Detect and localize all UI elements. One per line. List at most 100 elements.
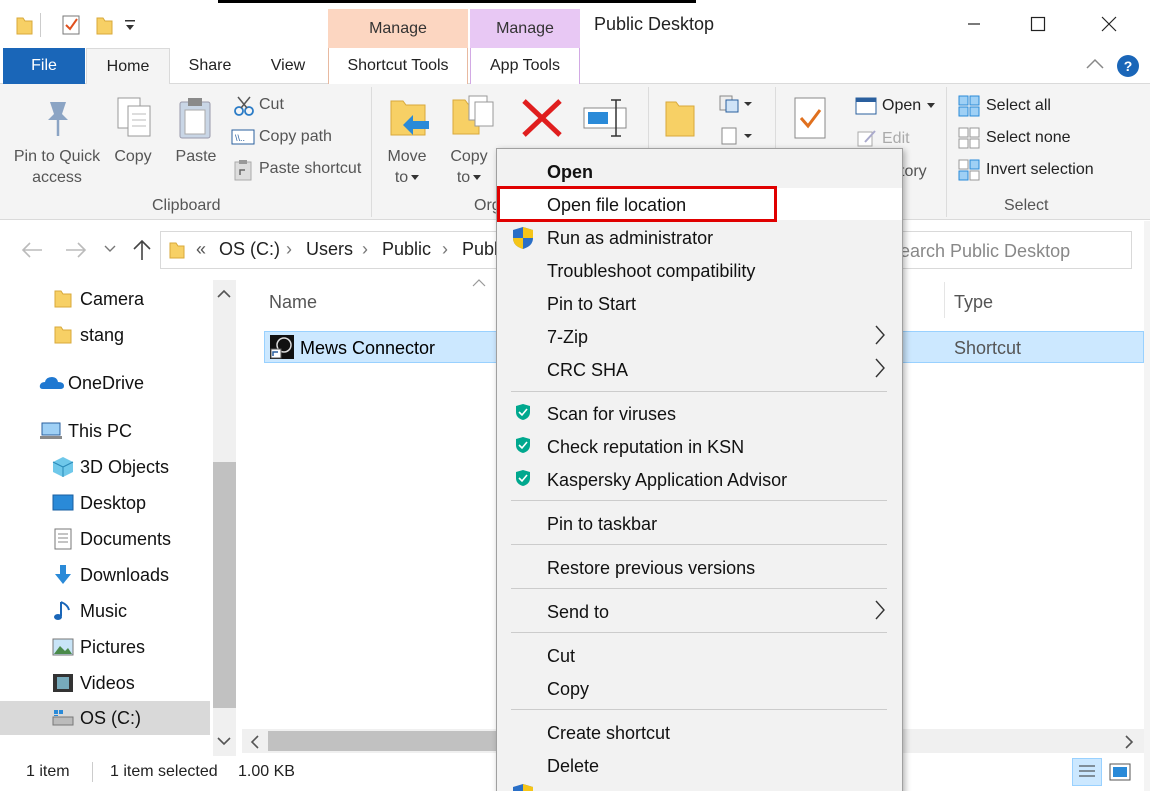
- forward-arrow-icon[interactable]: [64, 240, 88, 260]
- cut-button[interactable]: Cut: [259, 96, 284, 114]
- history-button[interactable]: tory: [900, 163, 927, 181]
- breadcrumb-users[interactable]: Users: [306, 239, 353, 260]
- tab-share[interactable]: Share: [180, 48, 240, 84]
- new-folder-icon[interactable]: [94, 14, 114, 36]
- pin-to-quick-access-button[interactable]: Pin to Quick access: [12, 146, 102, 188]
- annotation-highlight-box: [497, 186, 777, 222]
- select-none-button[interactable]: Select none: [986, 129, 1071, 147]
- menu-item-copy[interactable]: Copy: [547, 679, 589, 700]
- menu-item-crc-sha[interactable]: CRC SHA: [547, 360, 628, 381]
- recent-locations-chevron-icon[interactable]: [104, 244, 116, 254]
- scroll-right-icon[interactable]: [1124, 735, 1134, 749]
- scroll-down-icon[interactable]: [217, 736, 231, 746]
- edit-button[interactable]: Edit: [882, 130, 910, 148]
- menu-item-scan-for-viruses[interactable]: Scan for viruses: [547, 404, 676, 425]
- nav-item-label: Documents: [80, 529, 172, 549]
- open-dropdown-button[interactable]: Open: [882, 97, 936, 115]
- breadcrumb-public-desktop[interactable]: Publ: [462, 239, 498, 260]
- customize-toolbar-dropdown-icon[interactable]: [124, 18, 136, 32]
- pictures-icon: [52, 638, 74, 656]
- help-icon[interactable]: ?: [1116, 54, 1140, 78]
- menu-item-pin-to-start[interactable]: Pin to Start: [547, 294, 636, 315]
- menu-item-pin-to-taskbar[interactable]: Pin to taskbar: [547, 514, 657, 535]
- breadcrumb-separator-icon[interactable]: ›: [362, 239, 368, 260]
- folder-icon[interactable]: [14, 14, 34, 36]
- horizontal-scroll-thumb[interactable]: [268, 731, 504, 751]
- rename-icon[interactable]: [582, 98, 628, 138]
- nav-item-camera[interactable]: Camera: [0, 282, 212, 316]
- scroll-up-icon[interactable]: [217, 289, 231, 299]
- large-icons-view-icon[interactable]: [1108, 760, 1132, 784]
- tab-shortcut-tools[interactable]: Shortcut Tools: [328, 48, 468, 84]
- menu-item-check-reputation[interactable]: Check reputation in KSN: [547, 437, 744, 458]
- nav-item-label: Camera: [80, 289, 145, 309]
- close-icon: [1101, 16, 1117, 32]
- menu-item-7-zip[interactable]: 7-Zip: [547, 327, 588, 348]
- properties-icon[interactable]: [792, 96, 830, 142]
- breadcrumb-separator-icon[interactable]: ›: [286, 239, 292, 260]
- breadcrumb-separator-icon[interactable]: ›: [442, 239, 448, 260]
- maximize-button[interactable]: [1006, 0, 1070, 48]
- scroll-left-icon[interactable]: [250, 735, 260, 749]
- back-arrow-icon[interactable]: [20, 240, 44, 260]
- collapse-ribbon-icon[interactable]: [1085, 56, 1105, 72]
- menu-separator: [511, 544, 887, 545]
- menu-item-troubleshoot-compatibility[interactable]: Troubleshoot compatibility: [547, 261, 755, 282]
- nav-item-desktop[interactable]: Desktop: [0, 486, 212, 520]
- menu-item-open[interactable]: Open: [547, 162, 593, 183]
- menu-item-run-as-administrator[interactable]: Run as administrator: [547, 228, 713, 249]
- menu-item-restore-previous-versions[interactable]: Restore previous versions: [547, 558, 755, 579]
- breadcrumb-public[interactable]: Public: [382, 239, 431, 260]
- nav-item-3d-objects[interactable]: 3D Objects: [0, 450, 212, 484]
- properties-check-icon[interactable]: [61, 14, 81, 36]
- menu-item-delete[interactable]: Delete: [547, 756, 599, 777]
- menu-item-kaspersky-application-advisor[interactable]: Kaspersky Application Advisor: [547, 470, 787, 491]
- computer-icon: [40, 422, 62, 439]
- details-view-button[interactable]: [1072, 758, 1102, 786]
- nav-item-videos[interactable]: Videos: [0, 666, 212, 700]
- nav-item-this-pc[interactable]: This PC: [0, 414, 212, 448]
- copy-to-label-line2: to: [456, 169, 471, 186]
- nav-pane-scroll-thumb[interactable]: [213, 462, 236, 708]
- nav-item-pictures[interactable]: Pictures: [0, 630, 212, 664]
- column-header-name[interactable]: Name: [269, 292, 317, 313]
- nav-item-os-c[interactable]: OS (C:): [0, 701, 210, 735]
- menu-item-cut[interactable]: Cut: [547, 646, 575, 667]
- nav-item-stang[interactable]: stang: [0, 318, 212, 352]
- breadcrumb-os-c[interactable]: OS (C:): [219, 239, 280, 260]
- menu-item-send-to[interactable]: Send to: [547, 602, 609, 623]
- nav-item-documents[interactable]: Documents: [0, 522, 212, 556]
- invert-selection-button[interactable]: Invert selection: [986, 161, 1094, 179]
- nav-item-music[interactable]: Music: [0, 594, 212, 628]
- copy-to-button[interactable]: Copy to: [442, 146, 496, 188]
- paste-button[interactable]: Paste: [170, 146, 222, 167]
- copy-button[interactable]: Copy: [106, 146, 160, 167]
- tab-view[interactable]: View: [258, 48, 318, 84]
- nav-item-onedrive[interactable]: OneDrive: [0, 366, 212, 400]
- nav-item-label: stang: [80, 325, 125, 345]
- move-to-button[interactable]: Move to: [380, 146, 434, 188]
- minimize-button[interactable]: [942, 0, 1006, 48]
- column-divider[interactable]: [944, 282, 945, 318]
- paste-shortcut-button[interactable]: Paste shortcut: [259, 160, 361, 178]
- file-name[interactable]: Mews Connector: [300, 338, 435, 359]
- close-button[interactable]: [1077, 0, 1141, 48]
- menu-item-create-shortcut[interactable]: Create shortcut: [547, 723, 670, 744]
- new-item-icon[interactable]: [718, 94, 754, 114]
- tab-app-tools[interactable]: App Tools: [470, 48, 580, 84]
- search-input[interactable]: earch Public Desktop: [900, 241, 1070, 262]
- delete-x-icon[interactable]: [521, 98, 563, 138]
- menu-separator: [511, 391, 887, 392]
- copy-path-button[interactable]: Copy path: [259, 128, 332, 146]
- cloud-icon: [39, 377, 64, 389]
- up-arrow-icon[interactable]: [131, 239, 153, 261]
- column-header-type[interactable]: Type: [954, 292, 993, 313]
- ribbon-group-separator: [371, 87, 372, 217]
- easy-access-icon[interactable]: [718, 126, 754, 146]
- new-folder-large-icon[interactable]: [664, 96, 698, 140]
- breadcrumb-overflow[interactable]: «: [196, 239, 206, 260]
- tab-home[interactable]: Home: [86, 48, 170, 85]
- nav-item-downloads[interactable]: Downloads: [0, 558, 212, 592]
- tab-file[interactable]: File: [3, 48, 85, 84]
- select-all-button[interactable]: Select all: [986, 97, 1051, 115]
